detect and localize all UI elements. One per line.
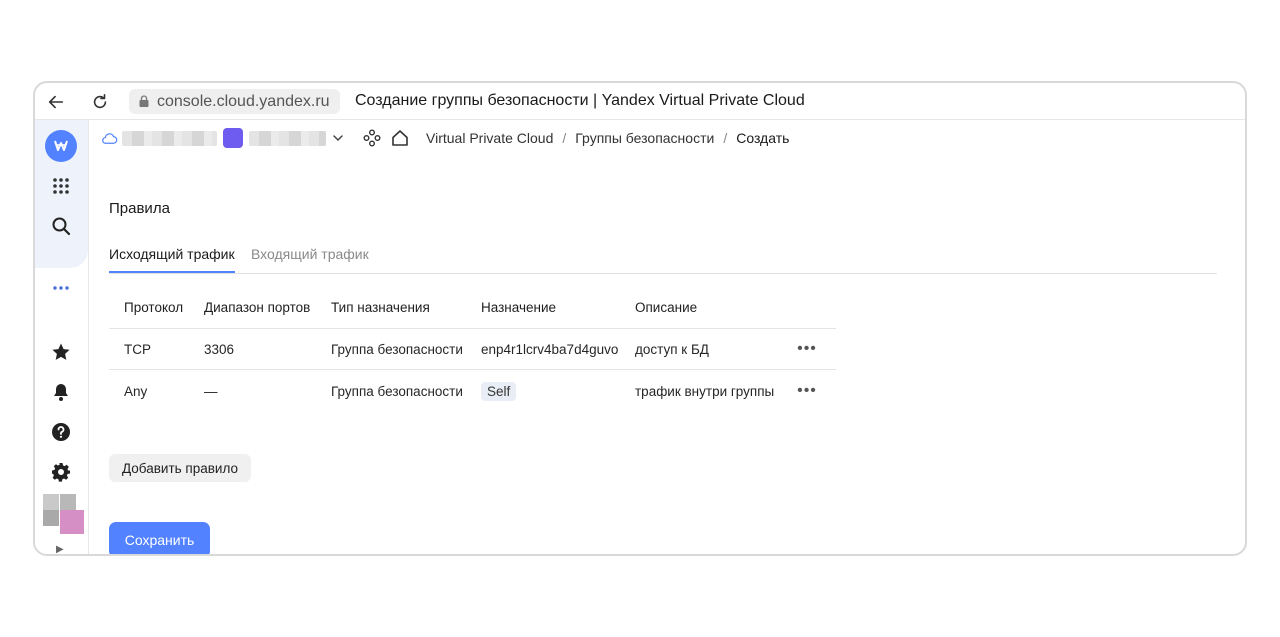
cloud-icon <box>102 133 118 144</box>
folder-icon <box>223 128 243 148</box>
expand-sidebar-icon[interactable]: ▶ <box>56 544 64 554</box>
ports-cell: — <box>204 383 218 399</box>
avatar[interactable] <box>43 494 84 534</box>
reload-icon[interactable] <box>89 91 111 113</box>
star-icon[interactable] <box>45 336 77 368</box>
column-header: Описание <box>635 300 698 315</box>
row-actions-icon[interactable]: ••• <box>797 370 817 412</box>
self-tag: Self <box>481 381 517 401</box>
url-field[interactable]: console.cloud.yandex.ru <box>129 89 340 114</box>
folder-name-blurred[interactable] <box>249 131 326 146</box>
breadcrumb-separator: / <box>723 130 728 146</box>
more-services-icon[interactable] <box>45 272 77 304</box>
main-content: Правила Исходящий трафик Входящий трафик… <box>89 158 1245 554</box>
browser-window: console.cloud.yandex.ru Создание группы … <box>33 81 1247 556</box>
back-arrow-icon[interactable] <box>45 91 67 113</box>
content-area: ▶ Virtual Private Cloud / Группы безопас… <box>35 119 1245 554</box>
column-header: Тип назначения <box>331 300 430 315</box>
search-icon[interactable] <box>45 210 77 242</box>
breadcrumb-separator: / <box>562 130 567 146</box>
breadcrumb-security-groups[interactable]: Группы безопасности <box>575 130 714 146</box>
column-header: Протокол <box>124 300 184 315</box>
traffic-tabs: Исходящий трафик Входящий трафик <box>109 244 1217 274</box>
row-actions-icon[interactable]: ••• <box>797 329 817 369</box>
address-bar: console.cloud.yandex.ru Создание группы … <box>35 83 1245 119</box>
chevron-down-icon[interactable] <box>331 131 345 145</box>
breadcrumb: Virtual Private Cloud / Группы безопасно… <box>426 130 789 146</box>
protocol-cell: Any <box>124 383 148 399</box>
home-icon[interactable] <box>390 128 410 148</box>
lock-icon <box>139 95 149 107</box>
save-button[interactable]: Сохранить <box>109 522 210 554</box>
sidebar: ▶ <box>35 120 89 554</box>
destination-cell: Self <box>481 370 517 412</box>
yandex-cloud-logo-icon[interactable] <box>45 130 77 162</box>
services-grid-icon[interactable] <box>45 170 77 202</box>
destination-cell: enp4r1lcrv4ba7d4guvo <box>481 341 619 357</box>
bell-icon[interactable] <box>45 376 77 408</box>
table-row: TCP 3306 Группа безопасности enp4r1lcrv4… <box>109 329 836 370</box>
cloud-name-blurred[interactable] <box>122 131 217 146</box>
ports-cell: 3306 <box>204 341 235 357</box>
breadcrumb-vpc[interactable]: Virtual Private Cloud <box>426 130 553 146</box>
breadcrumb-create: Создать <box>736 130 790 146</box>
table-row: Any — Группа безопасности Self трафик вн… <box>109 370 836 412</box>
section-title: Правила <box>109 200 170 217</box>
column-header: Назначение <box>481 300 557 315</box>
description-cell: доступ к БД <box>635 341 709 357</box>
url-text: console.cloud.yandex.ru <box>157 92 330 110</box>
dest-type-cell: Группа безопасности <box>331 341 463 357</box>
description-cell: трафик внутри группы <box>635 383 775 399</box>
settings-gear-icon[interactable] <box>45 456 77 488</box>
tab-title: Создание группы безопасности | Yandex Vi… <box>355 92 805 109</box>
table-header: Протокол Диапазон портов Тип назначения … <box>109 287 836 329</box>
add-rule-button[interactable]: Добавить правило <box>109 454 251 482</box>
console-topbar: Virtual Private Cloud / Группы безопасно… <box>89 120 1245 158</box>
service-map-icon[interactable] <box>362 128 382 148</box>
protocol-cell: TCP <box>124 341 151 357</box>
help-icon[interactable] <box>45 416 77 448</box>
tab-incoming-traffic[interactable]: Входящий трафик <box>251 246 369 271</box>
dest-type-cell: Группа безопасности <box>331 383 463 399</box>
tab-outgoing-traffic[interactable]: Исходящий трафик <box>109 246 235 273</box>
column-header: Диапазон портов <box>204 300 311 315</box>
